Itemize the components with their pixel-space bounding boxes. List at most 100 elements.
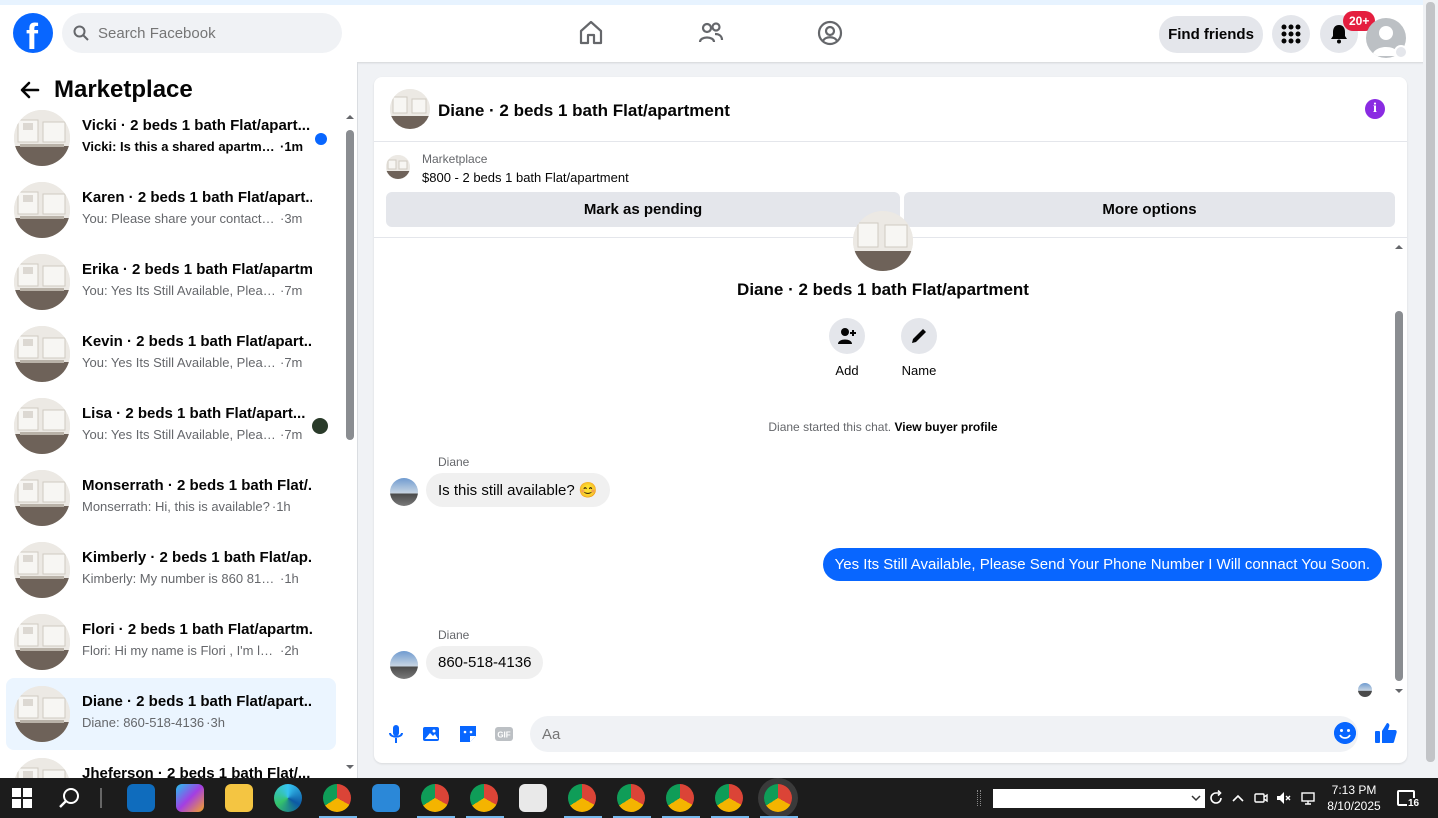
conversation-title: Kimberly · 2 beds 1 bath Flat/ap... (82, 549, 312, 566)
conversation-item[interactable]: Jheferson · 2 beds 1 bath Flat/... (6, 750, 336, 778)
outlook-icon[interactable] (127, 784, 155, 812)
listing-thumbnail (14, 110, 70, 166)
network-icon[interactable] (1300, 790, 1316, 806)
chrome-icon-active[interactable] (760, 784, 798, 818)
chrome-icon[interactable] (662, 784, 700, 818)
page-scrollbar-thumb[interactable] (1426, 2, 1435, 762)
back-arrow-icon[interactable] (18, 78, 42, 102)
conversation-item[interactable]: Vicki · 2 beds 1 bath Flat/apart... Vicki… (6, 102, 336, 174)
incoming-message[interactable]: Is this still available? 😊 (426, 473, 610, 507)
conversation-item[interactable]: Monserrath · 2 beds 1 bath Flat/... Monse… (6, 462, 336, 534)
speaker-muted-icon[interactable] (1275, 790, 1291, 806)
chrome-icon[interactable] (319, 784, 357, 818)
system-clock[interactable]: 7:13 PM 8/10/2025 (1322, 782, 1386, 814)
listing-price[interactable]: $800 - 2 beds 1 bath Flat/apartment (422, 170, 629, 185)
chrome-icon[interactable] (613, 784, 651, 818)
page-scrollbar[interactable] (1423, 0, 1438, 778)
refresh-icon[interactable] (1208, 790, 1224, 806)
conversation-title: Diane · 2 beds 1 bath Flat/apartment (737, 280, 1029, 299)
conversation-item[interactable]: Kimberly · 2 beds 1 bath Flat/ap... Kimbe… (6, 534, 336, 606)
scroll-up-icon[interactable] (342, 111, 358, 121)
search-input[interactable] (98, 13, 334, 53)
edge-icon[interactable] (274, 784, 302, 812)
message-time: ·3h (206, 715, 225, 730)
scroll-down-icon[interactable] (342, 762, 358, 772)
listing-thumbnail[interactable] (390, 89, 430, 129)
more-options-button[interactable]: More options (904, 192, 1395, 227)
started-text: Diane started this chat. (768, 420, 892, 434)
sender-avatar[interactable] (390, 478, 418, 506)
incoming-message[interactable]: 860-518-4136 (426, 646, 544, 679)
home-icon[interactable] (577, 19, 605, 47)
conversation-item[interactable]: Kevin · 2 beds 1 bath Flat/apart... You: … (6, 318, 336, 390)
gif-icon[interactable]: GIF (494, 724, 514, 744)
outgoing-message[interactable]: Yes Its Still Available, Please Send You… (822, 548, 1382, 581)
taskbar-search-icon[interactable] (58, 786, 82, 810)
scrollbar-thumb[interactable] (1395, 311, 1403, 681)
message-input[interactable] (542, 716, 1312, 752)
file-explorer-icon[interactable] (225, 784, 253, 812)
taskbar-address-box[interactable] (993, 789, 1205, 808)
add-button[interactable] (829, 318, 865, 354)
microphone-icon[interactable] (386, 724, 406, 744)
friends-icon[interactable] (697, 19, 725, 47)
name-action[interactable]: Name (889, 318, 949, 378)
chevron-down-icon[interactable] (1394, 45, 1408, 59)
add-action[interactable]: Add (817, 318, 877, 378)
message-snippet: Kimberly: My number is 860 818 41... (82, 571, 278, 586)
scroll-down-icon[interactable] (1391, 685, 1407, 697)
chrome-icon[interactable] (564, 784, 602, 818)
find-friends-button[interactable]: Find friends (1159, 16, 1263, 53)
sticker-icon[interactable] (458, 724, 478, 744)
chevron-down-icon[interactable] (1191, 794, 1201, 802)
chrome-icon[interactable] (711, 784, 749, 818)
listing-thumbnail (14, 614, 70, 670)
conversation-scrollbar[interactable] (342, 108, 358, 778)
seen-avatar-icon (312, 418, 328, 434)
listing-thumbnail (14, 470, 70, 526)
mark-as-pending-button[interactable]: Mark as pending (386, 192, 900, 227)
message-snippet: You: Yes Its Still Available, Pleas... (82, 427, 278, 442)
listing-thumbnail (14, 326, 70, 382)
store-icon[interactable] (372, 784, 400, 812)
scrollbar-thumb[interactable] (346, 130, 354, 440)
conversation-item[interactable]: Diane · 2 beds 1 bath Flat/apart... Diane… (6, 678, 336, 750)
thumbs-up-icon[interactable] (1374, 721, 1398, 745)
emoji-icon[interactable] (1334, 722, 1356, 744)
search-box[interactable] (62, 13, 342, 53)
conversation-preview: Vicki: Is this a shared apartmen... ·1m (82, 139, 318, 154)
conversation-item[interactable]: Erika · 2 beds 1 bath Flat/apartm... You:… (6, 246, 336, 318)
facebook-logo-icon[interactable]: f (13, 13, 53, 57)
conversation-preview: You: Please share your contact nu... ·3m (82, 211, 318, 226)
copilot-icon[interactable] (176, 784, 204, 812)
sender-avatar[interactable] (390, 651, 418, 679)
name-label: Name (901, 363, 937, 378)
info-icon[interactable]: i (1365, 99, 1385, 119)
scroll-up-icon[interactable] (1391, 240, 1407, 252)
message-sender: Diane (438, 455, 470, 469)
toolbar-grip (977, 790, 981, 806)
snipping-tool-icon[interactable] (519, 784, 547, 812)
conversation-item[interactable]: Flori · 2 beds 1 bath Flat/apartm... Flor… (6, 606, 336, 678)
conversation-preview: Flori: Hi my name is Flori , I'm looki..… (82, 643, 318, 658)
photo-icon[interactable] (422, 724, 442, 744)
name-button[interactable] (901, 318, 937, 354)
windows-start-icon[interactable] (12, 788, 32, 808)
message-sender: Diane (438, 628, 470, 642)
svg-text:GIF: GIF (497, 731, 510, 740)
listing-small-thumbnail[interactable] (386, 155, 410, 179)
conversation-item[interactable]: Lisa · 2 beds 1 bath Flat/apart... You: Y… (6, 390, 336, 462)
menu-button[interactable] (1272, 15, 1310, 53)
chat-scrollbar[interactable] (1391, 239, 1407, 705)
conversation-thumbnail (853, 211, 913, 271)
chevron-up-icon[interactable] (1230, 790, 1246, 806)
profile-circle-icon[interactable] (816, 19, 844, 47)
view-buyer-profile-link[interactable]: View buyer profile (894, 420, 997, 434)
chrome-icon[interactable] (417, 784, 455, 818)
conversation-list: Vicki · 2 beds 1 bath Flat/apart... Vicki… (6, 102, 336, 778)
conversation-item[interactable]: Karen · 2 beds 1 bath Flat/apart... You: … (6, 174, 336, 246)
unread-dot-icon (315, 133, 327, 145)
message-input-box[interactable] (530, 716, 1358, 752)
meet-now-icon[interactable] (1253, 790, 1269, 806)
chrome-icon[interactable] (466, 784, 504, 818)
